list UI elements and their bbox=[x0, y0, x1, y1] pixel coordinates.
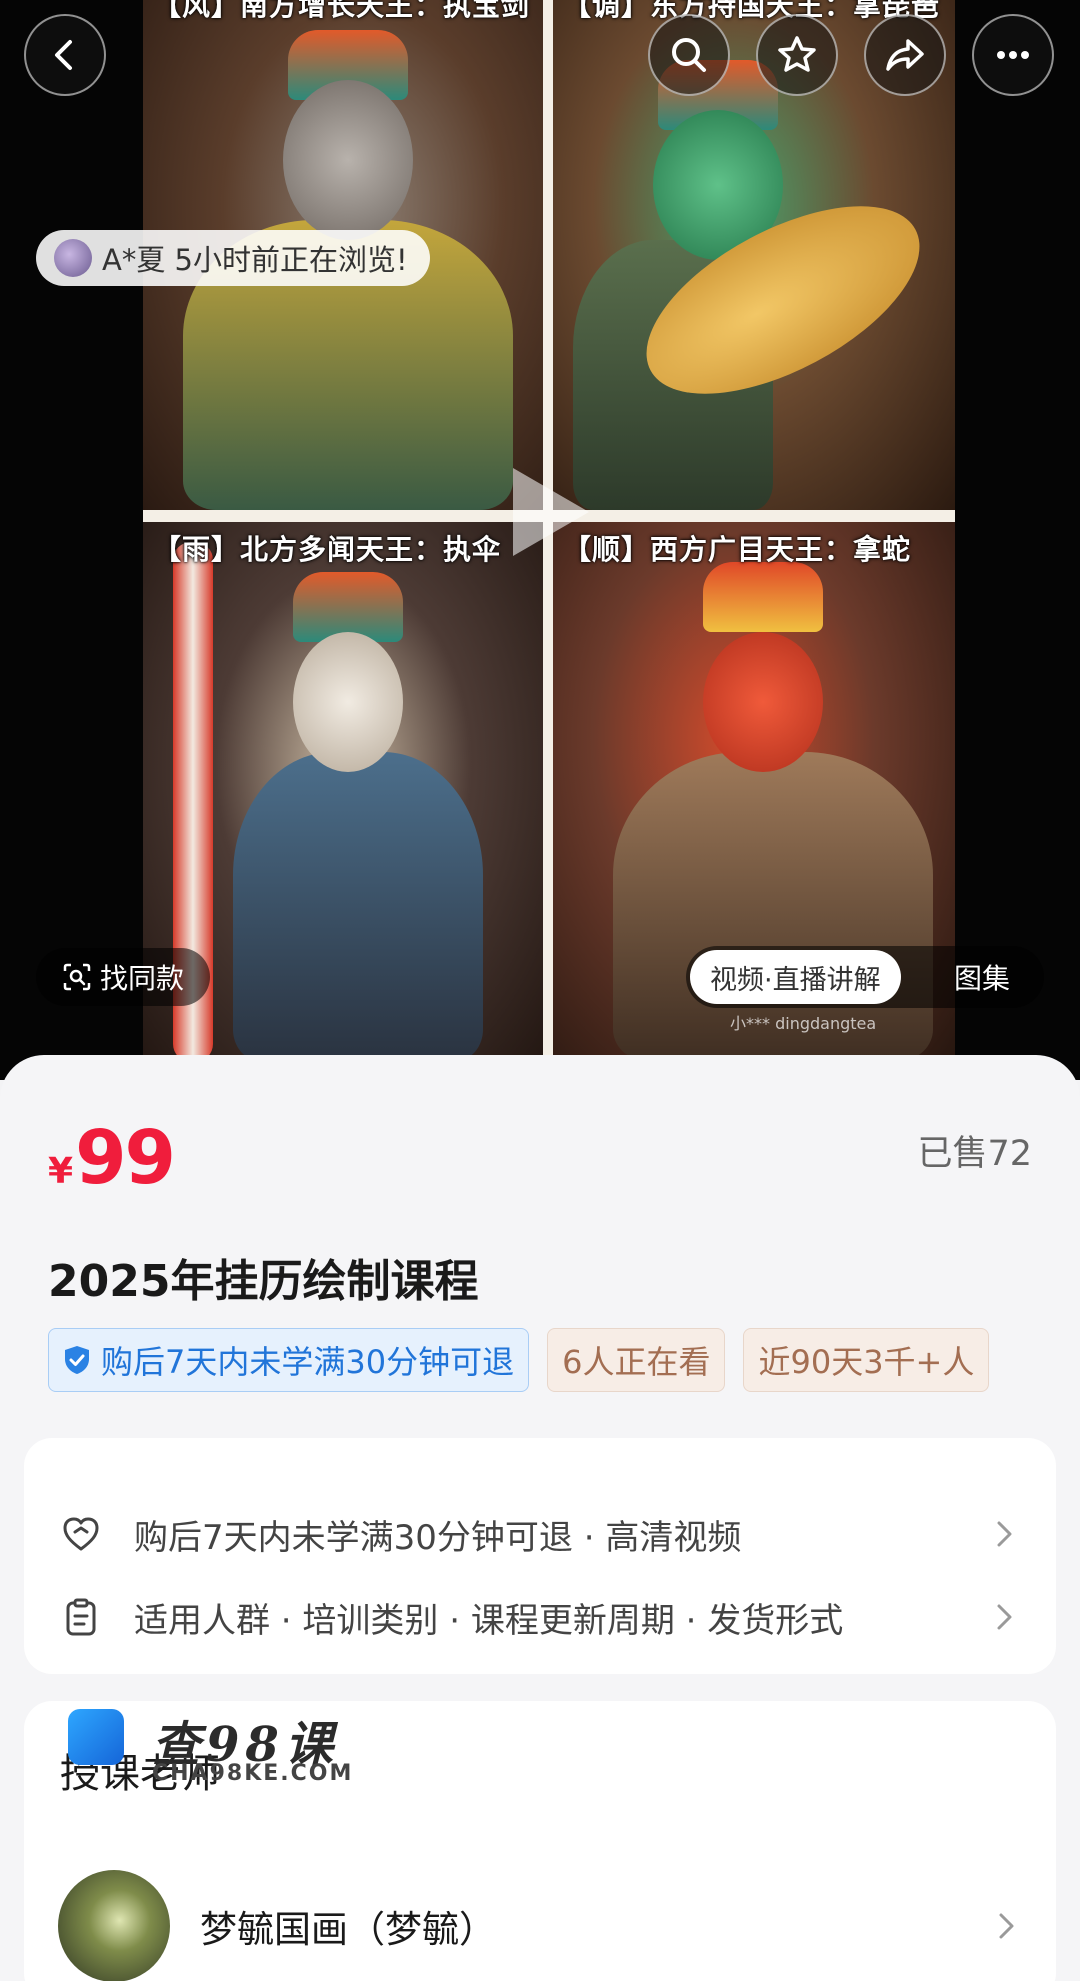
brand-watermark-domain: CHA98KE.COM bbox=[152, 1761, 354, 1786]
product-info-sheet: ¥ 99 已售72 2025年挂历绘制课程 购后7天内未学满30分钟可退 6人正… bbox=[0, 1055, 1080, 1981]
service-info-card: 购后7天内未学满30分钟可退 · 高清视频 适用人群 · 培训类别 · 课程更新… bbox=[24, 1438, 1056, 1674]
tag-list: 购后7天内未学满30分钟可退 6人正在看 近90天3千+人 bbox=[48, 1328, 1032, 1394]
avatar bbox=[54, 239, 92, 277]
refund-tag-text: 购后7天内未学满30分钟可退 bbox=[101, 1343, 515, 1381]
teacher-row[interactable]: 梦毓国画（梦毓） bbox=[58, 1870, 1022, 1981]
star-icon bbox=[778, 36, 816, 72]
chevron-right-icon bbox=[997, 1604, 1012, 1630]
product-detail-page: 【风】南方增长天王：执宝剑 【调】东方持国天王：拿琵琶 【雨】北方多闻天王：执伞 bbox=[0, 0, 1080, 1981]
find-similar-label: 找同款 bbox=[100, 962, 185, 995]
service-row-text: 购后7天内未学满30分钟可退 · 高清视频 bbox=[134, 1517, 742, 1558]
panel-caption: 【雨】北方多闻天王：执伞 bbox=[153, 533, 502, 566]
price: ¥ 99 bbox=[48, 1115, 176, 1201]
more-icon bbox=[997, 51, 1029, 59]
panel-caption: 【风】南方增长天王：执宝剑 bbox=[153, 0, 531, 22]
media-tabs: 视频·直播讲解 图集 bbox=[686, 946, 1044, 1008]
service-row-refund[interactable]: 购后7天内未学满30分钟可退 · 高清视频 bbox=[60, 1499, 1020, 1569]
figure-body bbox=[233, 752, 483, 1060]
refund-tag: 购后7天内未学满30分钟可退 bbox=[48, 1328, 530, 1392]
tab-video-live[interactable]: 视频·直播讲解 bbox=[690, 950, 901, 1004]
viewer-notice-text: A*夏 5小时前正在浏览! bbox=[102, 243, 408, 277]
service-row-details[interactable]: 适用人群 · 培训类别 · 课程更新周期 · 发货形式 bbox=[60, 1582, 1020, 1652]
tab-gallery[interactable]: 图集 bbox=[954, 946, 1010, 1008]
price-value: 99 bbox=[75, 1115, 176, 1201]
service-row-text: 适用人群 · 培训类别 · 课程更新周期 · 发货形式 bbox=[134, 1600, 844, 1641]
chevron-right-icon bbox=[997, 1521, 1012, 1547]
favorite-button[interactable] bbox=[756, 14, 838, 96]
media-carousel[interactable]: 【风】南方增长天王：执宝剑 【调】东方持国天王：拿琵琶 【雨】北方多闻天王：执伞 bbox=[0, 0, 1080, 1080]
teacher-name: 梦毓国画（梦毓） bbox=[200, 1908, 496, 1951]
heart-refund-icon bbox=[63, 1517, 99, 1551]
currency-symbol: ¥ bbox=[48, 1151, 74, 1192]
search-icon bbox=[672, 38, 706, 72]
scan-search-icon bbox=[63, 963, 91, 991]
figure-head bbox=[283, 80, 413, 240]
search-button[interactable] bbox=[648, 14, 730, 96]
avatar bbox=[58, 1870, 170, 1981]
popularity-tag: 近90天3千+人 bbox=[743, 1328, 990, 1392]
recent-viewer-notice: A*夏 5小时前正在浏览! bbox=[36, 230, 430, 286]
brand-logo-icon bbox=[68, 1709, 124, 1765]
share-button[interactable] bbox=[864, 14, 946, 96]
play-icon[interactable] bbox=[505, 462, 595, 562]
watching-tag: 6人正在看 bbox=[547, 1328, 726, 1392]
clipboard-icon bbox=[66, 1598, 96, 1636]
back-button[interactable] bbox=[24, 14, 106, 96]
panel-caption: 【顺】西方广目天王：拿蛇 bbox=[563, 533, 912, 566]
figure-head bbox=[703, 632, 823, 772]
chevron-left-icon bbox=[55, 40, 72, 70]
find-similar-button[interactable]: 找同款 bbox=[36, 948, 211, 1006]
sold-count: 已售72 bbox=[917, 1134, 1032, 1174]
image-watermark: 小*** dingdangtea bbox=[730, 1014, 877, 1033]
share-icon bbox=[886, 39, 924, 71]
more-button[interactable] bbox=[972, 14, 1054, 96]
figure-crown bbox=[703, 562, 823, 632]
teacher-card: 授课老师 查98课 CHA98KE.COM 梦毓国画（梦毓） bbox=[24, 1701, 1056, 1981]
shield-check-icon bbox=[65, 1346, 89, 1374]
product-title: 2025年挂历绘制课程 bbox=[48, 1256, 479, 1307]
figure-head bbox=[293, 632, 403, 772]
chevron-right-icon bbox=[999, 1913, 1014, 1939]
